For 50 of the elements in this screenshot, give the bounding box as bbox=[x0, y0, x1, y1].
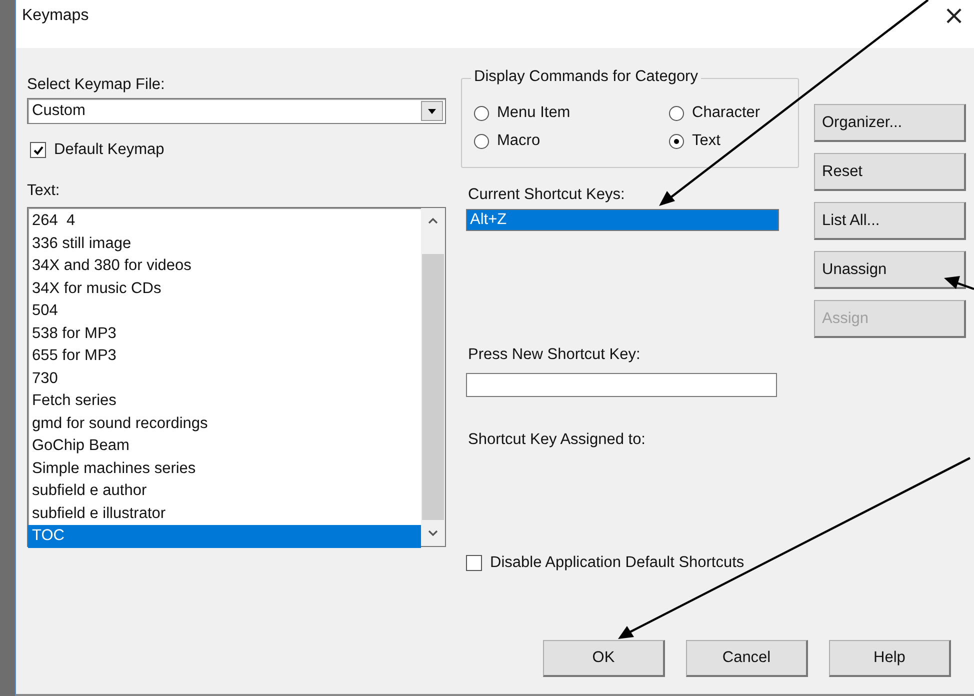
scrollbar[interactable] bbox=[421, 208, 445, 546]
scroll-down-icon[interactable] bbox=[426, 528, 440, 538]
radio-button[interactable] bbox=[669, 134, 684, 148]
list-item[interactable]: gmd for sound recordings bbox=[28, 412, 421, 435]
default-keymap-checkbox[interactable] bbox=[30, 142, 46, 158]
shortcut-item[interactable]: Alt+Z bbox=[467, 210, 778, 230]
radio-label: Character bbox=[692, 104, 760, 122]
close-button[interactable]: × bbox=[934, 1, 974, 31]
list-item[interactable]: 538 for MP3 bbox=[28, 322, 421, 345]
list-item[interactable]: 34X for music CDs bbox=[28, 278, 421, 300]
dialog-button[interactable]: Cancel bbox=[686, 640, 808, 677]
radio-label: Text bbox=[692, 132, 720, 150]
text-list-label: Text: bbox=[27, 181, 61, 201]
annotation-arrow bbox=[944, 276, 974, 290]
list-item[interactable]: 34X and 380 for videos bbox=[28, 255, 421, 278]
category-group-title: Display Commands for Category bbox=[471, 68, 701, 86]
disable-defaults-label: Disable Application Default Shortcuts bbox=[490, 554, 744, 572]
disable-defaults-checkbox[interactable] bbox=[466, 555, 482, 571]
list-item[interactable]: 336 still image bbox=[28, 232, 421, 255]
assigned-to-label: Shortcut Key Assigned to: bbox=[468, 430, 646, 450]
window-title: Keymaps bbox=[22, 7, 89, 25]
list-item[interactable]: Fetch series bbox=[28, 390, 421, 412]
new-key-label: Press New Shortcut Key: bbox=[468, 345, 642, 365]
current-keys-label: Current Shortcut Keys: bbox=[468, 185, 626, 205]
list-item[interactable]: 730 bbox=[28, 368, 421, 390]
side-button[interactable]: Reset bbox=[814, 153, 966, 191]
list-item[interactable]: 504 bbox=[28, 300, 421, 322]
list-item[interactable]: 655 for MP3 bbox=[28, 345, 421, 368]
side-button[interactable]: Organizer... bbox=[814, 104, 966, 142]
list-item[interactable]: subfield e author bbox=[28, 480, 421, 502]
dialog-button[interactable]: Help bbox=[829, 640, 951, 677]
side-button[interactable]: List All... bbox=[814, 202, 966, 240]
scroll-up-icon[interactable] bbox=[426, 216, 440, 226]
default-keymap-label: Default Keymap bbox=[54, 141, 164, 159]
list-item[interactable]: Simple machines series bbox=[28, 458, 421, 480]
list-item[interactable]: subfield e illustrator bbox=[28, 502, 421, 525]
shortcut-input-field[interactable] bbox=[466, 373, 777, 397]
radio-label: Menu Item bbox=[497, 104, 570, 122]
radio-label: Macro bbox=[497, 132, 540, 150]
keymap-file-dropdown[interactable]: Custom bbox=[27, 98, 446, 124]
list-item[interactable]: TOC bbox=[28, 525, 421, 548]
list-item[interactable]: 264 4 bbox=[28, 210, 421, 232]
radio-button[interactable] bbox=[474, 134, 489, 148]
radio-button[interactable] bbox=[474, 106, 489, 120]
keymap-file-label: Select Keymap File: bbox=[27, 75, 166, 95]
side-button[interactable]: Unassign bbox=[814, 251, 966, 289]
list-item[interactable]: GoChip Beam bbox=[28, 435, 421, 458]
scroll-thumb[interactable] bbox=[422, 254, 444, 520]
dialog-button[interactable]: OK bbox=[543, 640, 665, 677]
radio-button[interactable] bbox=[669, 106, 684, 120]
